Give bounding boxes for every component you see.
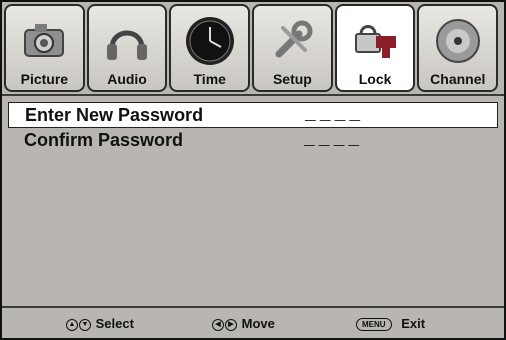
- footer-exit-label: Exit: [401, 316, 426, 331]
- down-arrow-icon: ▼: [79, 318, 91, 331]
- left-arrow-icon: ◀: [212, 318, 224, 331]
- footer-move-hint: ◀ ▶ Move: [212, 316, 275, 331]
- footer-move-label: Move: [241, 316, 275, 331]
- menu-key-icon: MENU: [356, 318, 392, 332]
- password-input-confirm[interactable]: ____: [304, 130, 363, 150]
- satellite-icon: [435, 19, 480, 63]
- menu-row-label: Confirm Password: [24, 130, 184, 150]
- tab-label-channel: Channel: [430, 71, 486, 87]
- tab-bar: Picture Audio Time Setup Lock Channel: [4, 4, 502, 94]
- osd-menu-frame: Picture Audio Time Setup Lock Channel En…: [0, 0, 506, 340]
- footer-select-hint: ▲ ▼ Select: [66, 316, 134, 331]
- menu-row-label: Enter New Password: [25, 105, 204, 125]
- tab-time[interactable]: Time: [169, 4, 251, 92]
- up-arrow-icon: ▲: [66, 318, 78, 331]
- clock-icon: [185, 17, 234, 65]
- header-divider: [2, 94, 504, 96]
- lock-settings-content: Enter New Password ____ Confirm Password…: [8, 98, 498, 303]
- password-input-new[interactable]: ____: [305, 105, 364, 125]
- footer-hints: ▲ ▼ Select ◀ ▶ Move MENU Exit: [2, 306, 504, 338]
- headphones-icon: [107, 30, 148, 60]
- footer-exit-hint: MENU Exit: [356, 316, 426, 332]
- tab-label-audio: Audio: [107, 71, 147, 87]
- tab-label-lock: Lock: [358, 71, 392, 87]
- right-arrow-icon: ▶: [225, 318, 237, 331]
- tab-label-picture: Picture: [20, 71, 69, 87]
- tools-icon: [275, 20, 313, 58]
- tab-label-time: Time: [193, 71, 226, 87]
- tab-lock[interactable]: Lock: [334, 4, 416, 92]
- tab-setup[interactable]: Setup: [252, 4, 333, 92]
- lock-key-icon: [355, 25, 397, 58]
- tab-label-setup: Setup: [272, 71, 312, 87]
- tab-audio[interactable]: Audio: [86, 4, 168, 92]
- menu-row-confirm-password[interactable]: Confirm Password ____: [8, 128, 498, 154]
- footer-select-label: Select: [95, 316, 134, 331]
- camera-icon: [24, 24, 65, 57]
- menu-row-enter-new-password[interactable]: Enter New Password ____: [8, 102, 498, 128]
- tab-channel[interactable]: Channel: [417, 4, 499, 92]
- tab-picture[interactable]: Picture: [4, 4, 85, 92]
